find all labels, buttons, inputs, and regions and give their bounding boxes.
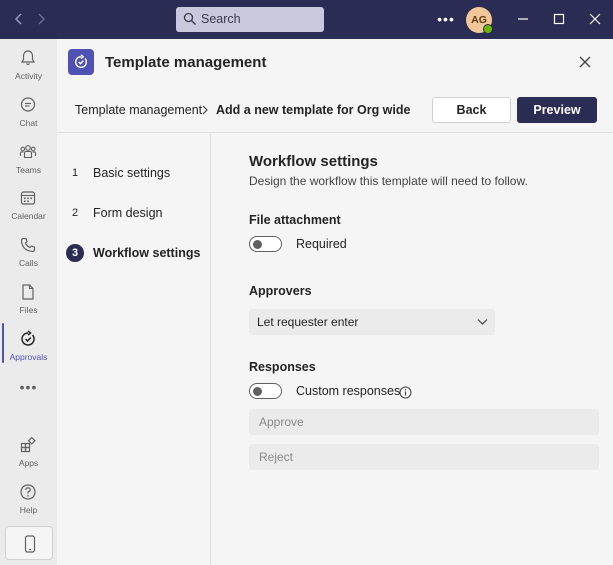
steps-panel: 1 Basic settings 2 Form design 3 Workflo…: [57, 134, 211, 565]
rail-label: Apps: [18, 458, 39, 468]
forward-arrow-icon[interactable]: [33, 11, 49, 27]
calendar-icon: [20, 191, 36, 205]
breadcrumb-current: Add a new template for Org wide: [216, 103, 411, 117]
search-placeholder: Search: [201, 12, 241, 26]
search-box[interactable]: Search: [176, 7, 324, 32]
rail-item-calendar[interactable]: Calendar: [0, 184, 57, 230]
toggle-knob: [253, 386, 262, 396]
step-number: 1: [71, 167, 79, 179]
rail-item-apps[interactable]: Apps: [0, 431, 57, 477]
custom-responses-toggle[interactable]: [249, 383, 282, 399]
teams-icon: [19, 145, 37, 159]
rail-label: Help: [19, 505, 38, 515]
minimize-icon[interactable]: [515, 11, 531, 27]
rail-label: Calendar: [11, 211, 46, 221]
rail-label: Calls: [19, 258, 38, 268]
rail-item-help[interactable]: Help: [0, 478, 57, 524]
rail-item-files[interactable]: Files: [0, 278, 57, 324]
approvers-selected-value: Let requester enter: [257, 315, 359, 329]
file-attachment-heading: File attachment: [249, 213, 341, 227]
presence-status-icon: [483, 24, 493, 34]
page-title: Template management: [105, 54, 267, 71]
phone-icon: [20, 237, 36, 253]
rail-label: Approvals: [9, 352, 48, 362]
custom-responses-toggle-label: Custom responses: [296, 384, 401, 398]
title-bar: Search ••• AG: [0, 0, 613, 39]
apps-icon: [20, 436, 36, 453]
workflow-settings-form: Workflow settings Design the workflow th…: [212, 134, 613, 565]
responses-heading: Responses: [249, 360, 316, 374]
section-description: Design the workflow this template will n…: [249, 174, 528, 188]
rail-label: Files: [19, 305, 38, 315]
file-icon: [22, 284, 34, 300]
rail-label: Activity: [15, 71, 42, 81]
rail-item-chat[interactable]: Chat: [0, 91, 57, 137]
approvals-app-logo: [68, 49, 94, 75]
step-label: Workflow settings: [93, 246, 201, 260]
window-close-icon[interactable]: [587, 11, 603, 27]
approve-response-input[interactable]: [249, 409, 599, 435]
back-button[interactable]: Back: [432, 97, 511, 123]
rail-item-calls[interactable]: Calls: [0, 231, 57, 277]
rail-item-teams[interactable]: Teams: [0, 138, 57, 184]
step-number: 3: [66, 244, 84, 262]
section-title: Workflow settings: [249, 153, 378, 170]
maximize-icon[interactable]: [551, 11, 567, 27]
help-icon: [20, 484, 36, 500]
page-header: Template management: [57, 39, 613, 85]
breadcrumb-parent[interactable]: Template management: [75, 103, 202, 117]
rail-label: Chat: [19, 118, 38, 128]
rail-item-approvals[interactable]: Approvals: [0, 325, 57, 371]
more-apps-icon[interactable]: •••: [0, 379, 57, 399]
step-label: Form design: [93, 206, 163, 220]
chevron-right-icon: [202, 105, 208, 115]
file-attachment-toggle-label: Required: [296, 237, 347, 251]
preview-button[interactable]: Preview: [517, 97, 597, 123]
main-content: Template management Template management …: [57, 39, 613, 565]
rail-label: Teams: [15, 165, 42, 175]
bell-icon: [20, 50, 36, 66]
approvers-dropdown[interactable]: Let requester enter: [249, 309, 495, 335]
approvals-icon: [75, 54, 88, 68]
breadcrumb: Template management Add a new template f…: [57, 85, 613, 133]
reject-response-input[interactable]: [249, 444, 599, 470]
file-attachment-toggle[interactable]: [249, 236, 282, 252]
rail-item-activity[interactable]: Activity: [0, 44, 57, 90]
close-icon[interactable]: [578, 55, 592, 69]
step-label: Basic settings: [93, 166, 171, 180]
step-number: 2: [71, 207, 79, 219]
toggle-knob: [253, 239, 262, 249]
chevron-down-icon: [477, 319, 488, 325]
approvers-heading: Approvers: [249, 284, 312, 298]
chat-icon: [20, 97, 36, 112]
approvals-icon: [21, 330, 35, 346]
more-options-icon[interactable]: •••: [437, 9, 455, 29]
search-icon: [183, 12, 196, 25]
app-rail: Activity Chat Teams Calendar Calls Files…: [0, 39, 57, 565]
mobile-device-button[interactable]: [5, 526, 53, 560]
back-arrow-icon[interactable]: [11, 11, 27, 27]
info-icon[interactable]: [399, 386, 412, 399]
mobile-phone-icon: [24, 535, 36, 553]
